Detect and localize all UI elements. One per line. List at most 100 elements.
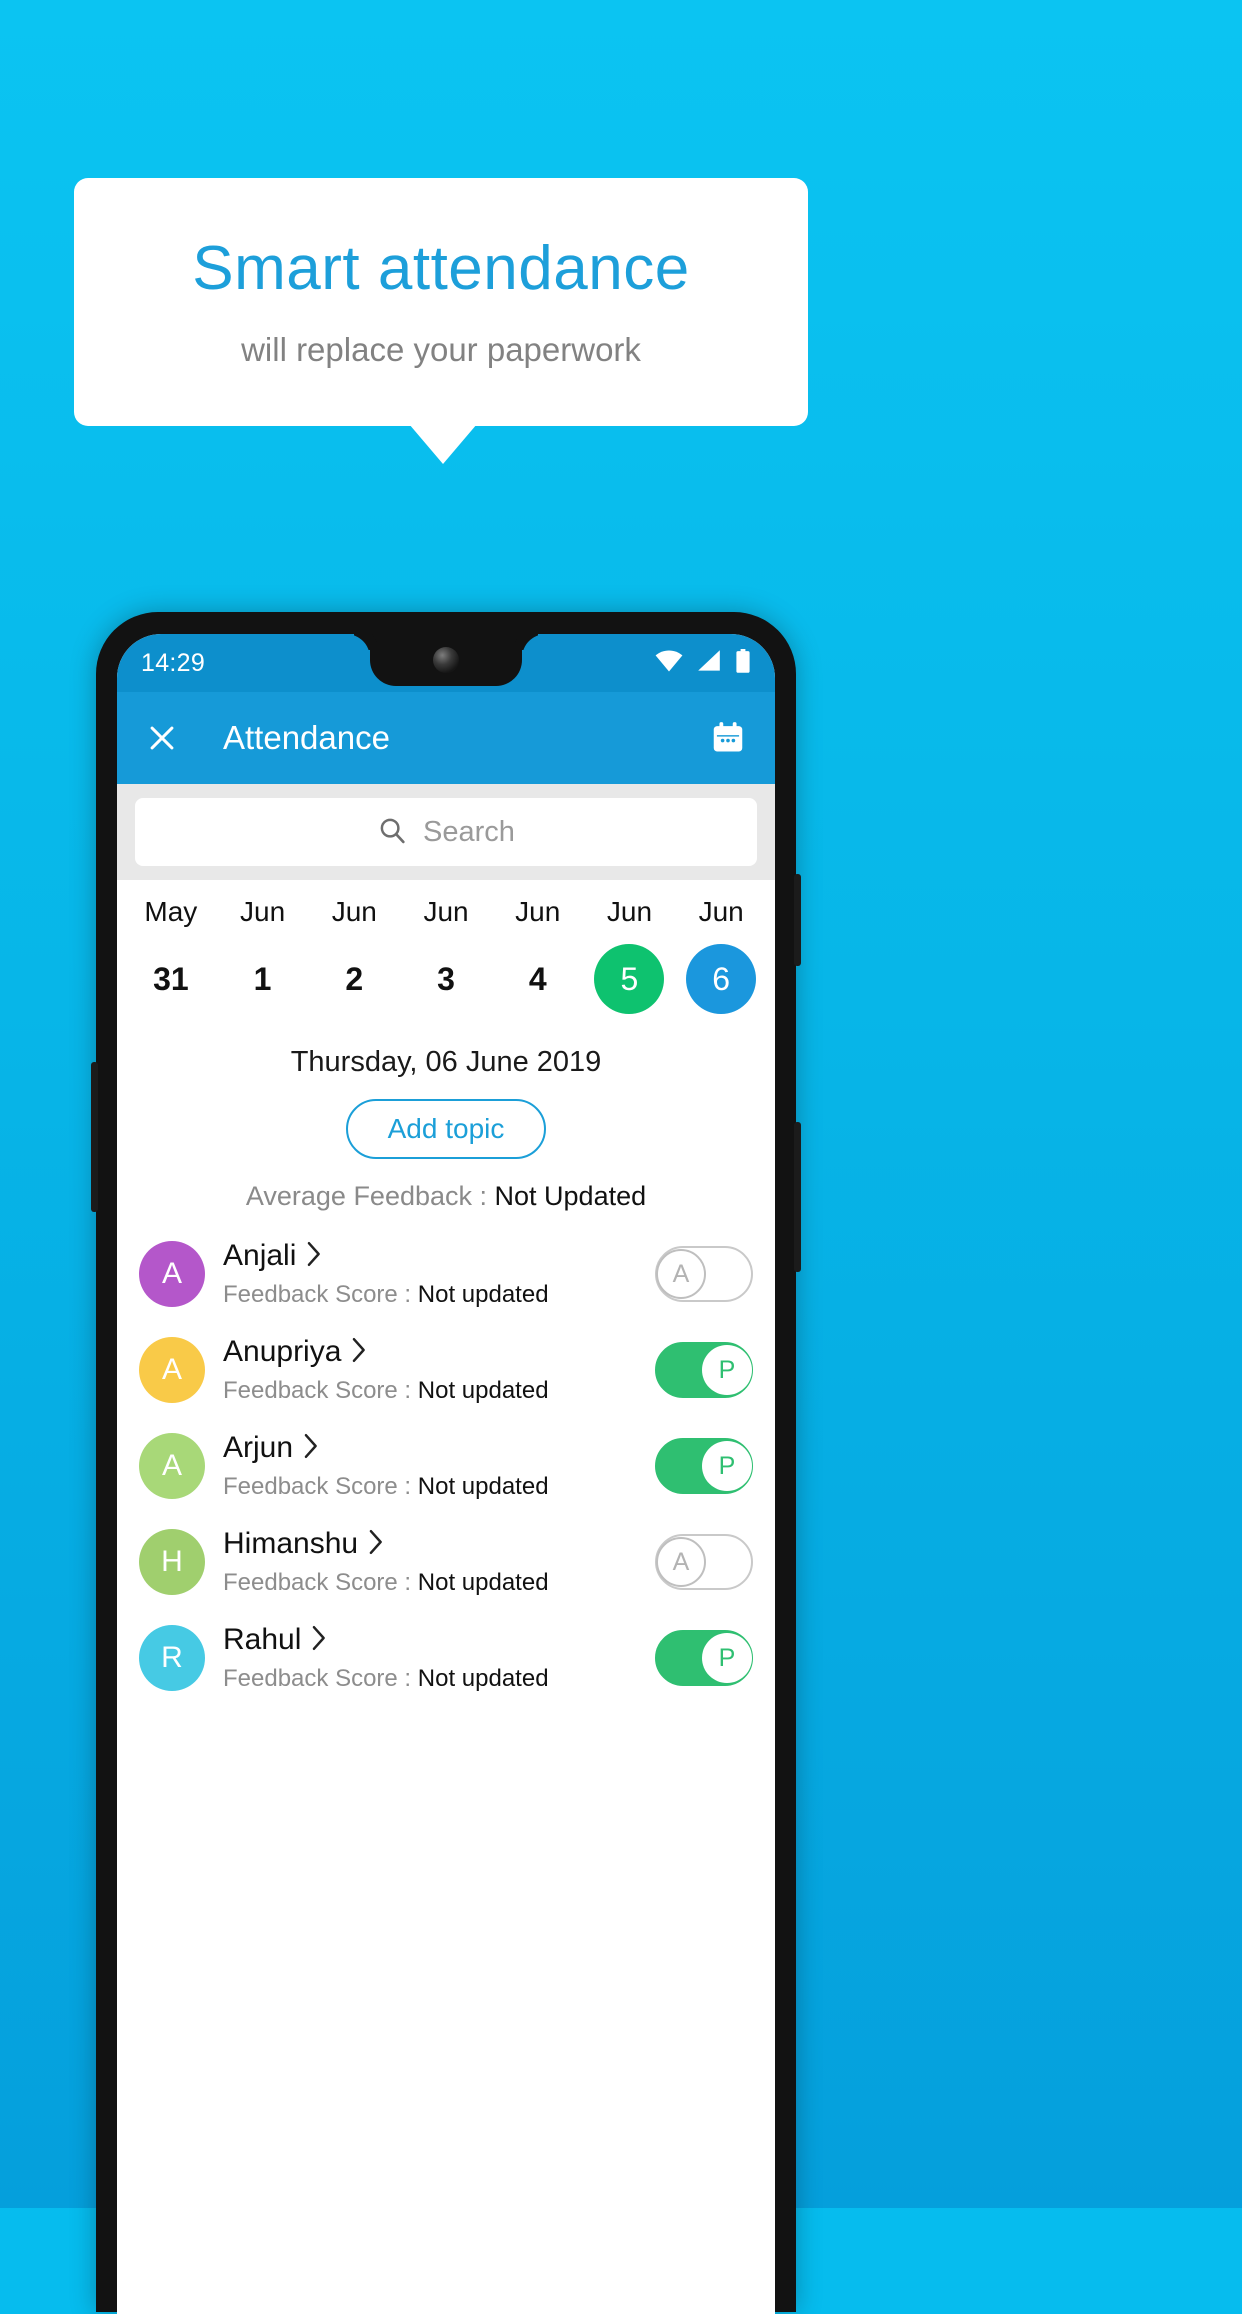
feedback-score-label: Feedback Score : [223,1281,418,1308]
student-name-row[interactable]: Himanshu [223,1527,637,1561]
student-row[interactable]: A Anjali Feedback Score : Not updated A [117,1226,775,1322]
feedback-score-value: Not updated [417,1569,549,1596]
attendance-toggle[interactable]: P [655,1630,753,1686]
calendar-icon[interactable] [709,719,747,757]
student-name-row[interactable]: Anupriya [223,1335,637,1369]
average-feedback-label: Average Feedback : [245,1181,495,1211]
date-month-label: Jun [698,896,744,927]
average-feedback-value: Not Updated [494,1181,647,1211]
feedback-score: Feedback Score : Not updated [223,1281,637,1309]
feedback-score-value: Not updated [417,1665,549,1692]
attendance-toggle[interactable]: A [655,1246,753,1302]
avatar: A [139,1337,205,1403]
date-month-label: May [144,896,198,927]
feedback-score: Feedback Score : Not updated [223,1665,637,1693]
signal-icon [697,649,721,677]
feedback-score-label: Feedback Score : [223,1377,418,1404]
search-input[interactable]: Search [135,798,757,866]
chevron-right-icon[interactable] [311,1625,327,1655]
phone-button-right-upper[interactable] [794,874,801,966]
avatar: H [139,1529,205,1595]
phone-screen: 14:29 Attendance Search May 31 Jun 1 Jun… [117,634,775,2314]
chevron-right-icon[interactable] [303,1433,319,1463]
date-month-label: Jun [331,896,377,927]
date-cell[interactable]: Jun 5 [584,896,676,1014]
status-bar-icons [655,648,751,678]
date-day-number[interactable]: 4 [503,944,573,1014]
student-name: Himanshu [223,1527,359,1560]
promo-card-tail [409,424,477,464]
selected-day-label: Thursday, 06 June 2019 [290,1046,602,1078]
date-month-label: Jun [423,896,469,927]
date-day-number[interactable]: 1 [228,944,298,1014]
add-topic-container: Add topic [117,1099,775,1159]
app-bar: Attendance [117,692,775,784]
battery-icon [735,648,751,678]
student-list: A Anjali Feedback Score : Not updated A A Anu… [117,1226,775,1706]
date-cell[interactable]: Jun 4 [492,896,584,1014]
search-bar-container: Search [117,784,775,880]
phone-button-right-lower[interactable] [794,1122,801,1272]
search-icon [377,815,407,850]
add-topic-button[interactable]: Add topic [345,1099,547,1159]
student-name-row[interactable]: Anjali [223,1239,637,1273]
attendance-toggle[interactable]: A [655,1534,753,1590]
close-icon[interactable] [145,721,179,755]
feedback-score: Feedback Score : Not updated [223,1377,637,1405]
student-name-row[interactable]: Arjun [223,1431,637,1465]
attendance-toggle-knob: P [702,1345,752,1395]
date-day-number[interactable]: 3 [411,944,481,1014]
student-info: Anupriya Feedback Score : Not updated [223,1335,637,1405]
attendance-toggle-knob: A [656,1537,706,1587]
feedback-score: Feedback Score : Not updated [223,1569,637,1597]
feedback-score-label: Feedback Score : [223,1665,418,1692]
date-day-number[interactable]: 31 [136,944,206,1014]
date-strip: May 31 Jun 1 Jun 2 Jun 3 Jun 4 Jun 5 Jun 6 [117,880,775,1024]
feedback-score: Feedback Score : Not updated [223,1473,637,1501]
student-info: Rahul Feedback Score : Not updated [223,1623,637,1693]
promo-card: Smart attendance will replace your paper… [74,178,808,426]
attendance-toggle[interactable]: P [655,1342,753,1398]
avatar: R [139,1625,205,1691]
student-row[interactable]: A Anupriya Feedback Score : Not updated P [117,1322,775,1418]
attendance-toggle-knob: A [656,1249,706,1299]
date-month-label: Jun [515,896,561,927]
avatar: A [139,1241,205,1307]
date-cell[interactable]: Jun 3 [400,896,492,1014]
student-info: Himanshu Feedback Score : Not updated [223,1527,637,1597]
student-name: Anjali [223,1239,297,1272]
student-row[interactable]: R Rahul Feedback Score : Not updated P [117,1610,775,1706]
attendance-toggle[interactable]: P [655,1438,753,1494]
promo-headline: Smart attendance [192,233,690,303]
student-name-row[interactable]: Rahul [223,1623,637,1657]
attendance-toggle-knob: P [702,1441,752,1491]
chevron-right-icon[interactable] [351,1337,367,1367]
date-day-number[interactable]: 6 [686,944,757,1014]
attendance-toggle-knob: P [702,1633,752,1683]
date-day-number[interactable]: 2 [319,944,389,1014]
student-name: Arjun [223,1431,294,1464]
avatar: A [139,1433,205,1499]
feedback-score-value: Not updated [417,1281,549,1308]
page-title: Attendance [223,719,390,756]
chevron-right-icon[interactable] [306,1241,322,1271]
promo-subheadline: will replace your paperwork [241,331,641,369]
student-name: Rahul [223,1623,302,1656]
date-day-number[interactable]: 5 [594,944,665,1014]
date-month-label: Jun [606,896,653,927]
feedback-score-label: Feedback Score : [223,1473,418,1500]
student-name: Anupriya [223,1335,342,1368]
date-cell[interactable]: Jun 6 [675,896,767,1014]
phone-button-left[interactable] [91,1062,98,1212]
date-cell[interactable]: Jun 2 [308,896,400,1014]
chevron-right-icon[interactable] [368,1529,384,1559]
student-info: Anjali Feedback Score : Not updated [223,1239,637,1309]
date-cell[interactable]: Jun 1 [217,896,309,1014]
student-row[interactable]: H Himanshu Feedback Score : Not updated A [117,1514,775,1610]
front-camera-icon [433,647,459,673]
search-placeholder: Search [423,815,515,848]
student-info: Arjun Feedback Score : Not updated [223,1431,637,1501]
student-row[interactable]: A Arjun Feedback Score : Not updated P [117,1418,775,1514]
date-cell[interactable]: May 31 [125,896,217,1014]
status-bar-clock: 14:29 [141,648,206,677]
